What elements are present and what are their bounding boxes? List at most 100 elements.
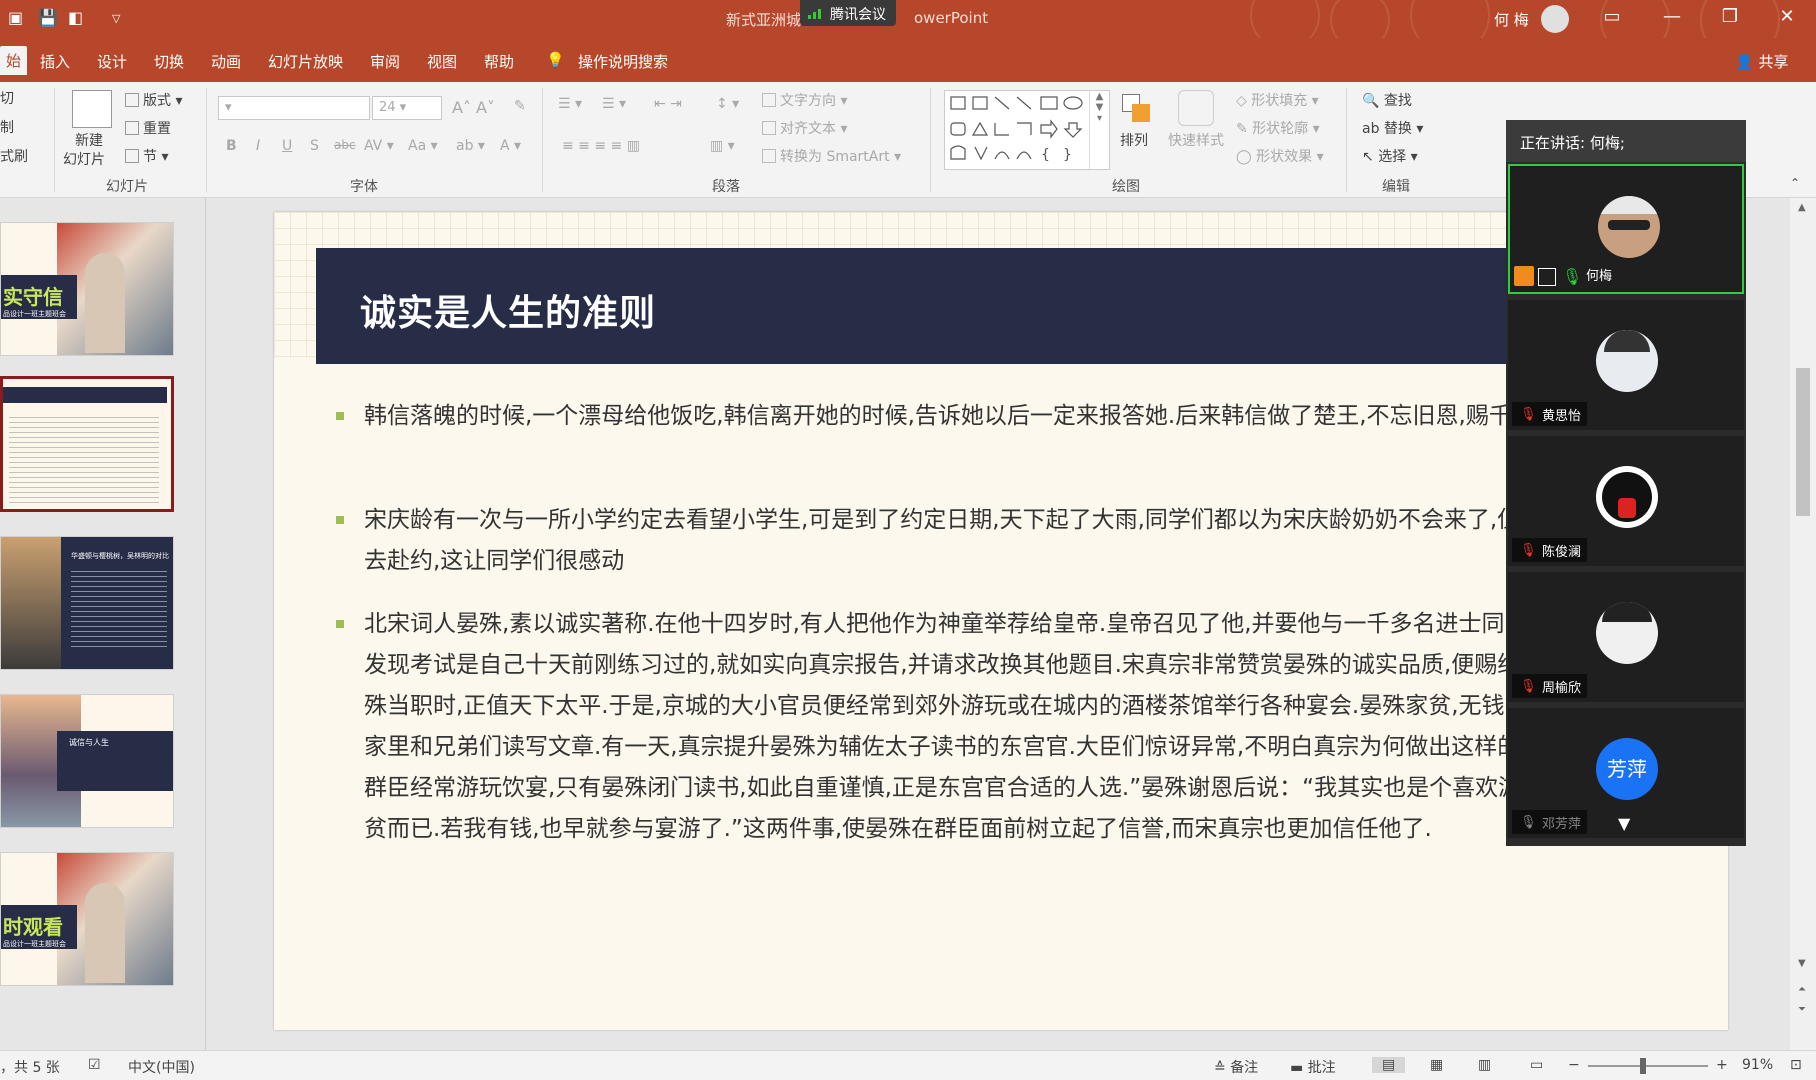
participant-tile-2[interactable]: 🎙 黄思怡 (1508, 300, 1744, 430)
share-button[interactable]: 👤 共享 (1735, 51, 1788, 72)
quick-styles-icon[interactable] (1178, 90, 1214, 126)
highlight-icon[interactable]: ab ▾ (456, 138, 485, 154)
scroll-up-icon[interactable]: ▲ (1798, 202, 1806, 213)
change-case-icon[interactable]: Aa ▾ (408, 138, 438, 154)
tab-view[interactable]: 视图 (427, 51, 457, 72)
save-icon[interactable]: 💾 (38, 8, 58, 27)
slide-thumb-1[interactable]: 实守信 品设计一班主题班会 (0, 222, 174, 356)
next-slide-icon[interactable]: ⏷ (1798, 1004, 1806, 1015)
italic-icon[interactable]: I (256, 138, 260, 154)
slide-thumb-2[interactable] (0, 376, 174, 512)
slide-sorter-icon[interactable]: ▦ (1430, 1057, 1443, 1073)
layout-icon[interactable]: ◧ (68, 8, 83, 27)
scroll-participants-down-icon[interactable]: ▼ (1618, 814, 1630, 833)
grow-font-icon[interactable]: A˄ A˅ (452, 98, 495, 117)
ribbon-display-icon[interactable]: ▭ (1597, 6, 1627, 27)
copy-button[interactable]: 制 (0, 117, 14, 137)
shapes-scroll[interactable]: ▲ ▼ ▾ (1089, 91, 1109, 171)
layout-button[interactable]: 版式 ▾ (125, 90, 182, 110)
strikethrough-icon[interactable]: abc (334, 138, 356, 152)
zoom-slider-thumb[interactable] (1640, 1058, 1646, 1074)
font-size-combo[interactable]: 24 ▾ (372, 96, 442, 120)
spellcheck-icon[interactable]: ☑ (88, 1057, 101, 1073)
close-icon[interactable]: ✕ (1772, 6, 1802, 27)
normal-view-icon[interactable]: ▤ (1372, 1057, 1406, 1073)
layout-label: 版式 (143, 93, 171, 109)
slide-thumb-4[interactable]: 诚信与人生 (0, 694, 174, 828)
screen-share-icon (1538, 268, 1556, 286)
language-status[interactable]: 中文(中国) (128, 1057, 195, 1077)
shapes-gallery[interactable]: {} ▲ ▼ ▾ (944, 90, 1110, 171)
clear-format-icon[interactable]: ✎ (514, 98, 526, 114)
reset-button[interactable]: 重置 (125, 118, 171, 138)
shadow-icon[interactable]: S (310, 138, 319, 154)
align-text-button[interactable]: 对齐文本 ▾ (762, 118, 847, 138)
new-slide-label[interactable]: 新建 (75, 130, 103, 150)
bullets-icon[interactable]: ☰ ▾ (558, 96, 582, 112)
tab-help[interactable]: 帮助 (484, 51, 514, 72)
slideshow-icon[interactable]: ▭ (1530, 1057, 1543, 1073)
scroll-thumb[interactable] (1796, 368, 1810, 516)
participant-tile-1[interactable]: 🎙 何梅 (1508, 164, 1744, 294)
find-button[interactable]: 🔍 查找 (1362, 90, 1412, 110)
reading-view-icon[interactable]: ▥ (1478, 1057, 1491, 1073)
replace-button[interactable]: ab 替换 ▾ (1362, 118, 1423, 138)
zoom-in-icon[interactable]: + (1716, 1057, 1728, 1073)
restore-icon[interactable]: ❐ (1715, 6, 1745, 27)
cut-button[interactable]: 切 (0, 88, 14, 108)
fit-slide-icon[interactable]: ⊡ (1790, 1057, 1802, 1073)
font-name-combo[interactable]: ▾ (218, 96, 370, 120)
user-name[interactable]: 何 梅 (1494, 9, 1529, 30)
tab-design[interactable]: 设计 (97, 51, 127, 72)
indent-icons[interactable]: ⇤ ⇥ (654, 96, 682, 112)
tab-home[interactable]: 始 (0, 46, 28, 75)
slide-thumb-3[interactable]: 华盛顿与樱桃树，吴林明的对比 (0, 536, 174, 670)
shape-effects-button[interactable]: ◯ 形状效果 ▾ (1236, 146, 1324, 166)
arrange-icon[interactable] (1118, 90, 1154, 126)
shape-fill-button[interactable]: ◇ 形状填充 ▾ (1236, 90, 1319, 110)
align-icons[interactable]: ≡ ≡ ≡ ≡ ▥ (562, 138, 640, 154)
tab-transitions[interactable]: 切换 (154, 51, 184, 72)
underline-icon[interactable]: U (282, 138, 292, 154)
collapse-ribbon-icon[interactable]: ⌃ (1790, 176, 1800, 190)
format-painter-button[interactable]: 式刷 (0, 146, 28, 166)
quick-styles-label[interactable]: 快速样式 (1168, 130, 1224, 150)
prev-slide-icon[interactable]: ⏶ (1798, 984, 1806, 995)
comments-button[interactable]: ▬ 批注 (1290, 1057, 1336, 1077)
numbering-icon[interactable]: ☰ ▾ (602, 96, 626, 112)
section-button[interactable]: 节 ▾ (125, 146, 168, 166)
tab-review[interactable]: 审阅 (370, 51, 400, 72)
tab-animations[interactable]: 动画 (211, 51, 241, 72)
new-slide-label2[interactable]: 幻灯片 (63, 149, 105, 169)
zoom-level[interactable]: 91% (1742, 1057, 1773, 1073)
vertical-scrollbar[interactable]: ▲ ▼ ⏶ ⏷ (1790, 198, 1816, 1050)
slide-thumb-5[interactable]: 时观看 品设计一班主题班会 (0, 852, 174, 986)
new-slide-icon[interactable] (72, 90, 112, 128)
meeting-panel: 正在讲话: 何梅; 🎙 何梅 🎙 黄思怡 🎙 陈俊澜 🎙 周榆欣 芳萍 🎙 邓芳萍 ▼ (1506, 120, 1746, 846)
select-button[interactable]: ↖ 选择 ▾ (1362, 146, 1418, 166)
participant-name-3: 陈俊澜 (1542, 545, 1582, 560)
font-color-icon[interactable]: A ▾ (500, 138, 521, 154)
meeting-indicator[interactable]: 腾讯会议 (800, 0, 896, 26)
tell-me-search[interactable]: 操作说明搜索 (578, 51, 668, 72)
text-direction-button[interactable]: 文字方向 ▾ (762, 90, 847, 110)
participant-tile-3[interactable]: 🎙 陈俊澜 (1508, 436, 1744, 566)
bold-icon[interactable]: B (226, 138, 237, 154)
customize-qat-icon[interactable]: ▽ (112, 12, 120, 25)
smartart-button[interactable]: 转换为 SmartArt ▾ (762, 146, 901, 166)
minimize-icon[interactable]: — (1657, 6, 1687, 27)
zoom-slider[interactable] (1588, 1065, 1708, 1067)
tab-slideshow[interactable]: 幻灯片放映 (268, 51, 343, 72)
scroll-down-icon[interactable]: ▼ (1798, 958, 1806, 969)
line-spacing-icon[interactable]: ↕ ▾ (716, 96, 739, 112)
arrange-label[interactable]: 排列 (1120, 130, 1148, 150)
char-spacing-icon[interactable]: AV ▾ (364, 138, 394, 154)
user-avatar[interactable] (1541, 5, 1569, 33)
slide-title[interactable]: 诚实是人生的准则 (360, 284, 656, 336)
columns-icon[interactable]: ▥ ▾ (710, 138, 735, 154)
tab-insert[interactable]: 插入 (40, 51, 70, 72)
shape-outline-button[interactable]: ✎ 形状轮廓 ▾ (1236, 118, 1320, 138)
zoom-out-icon[interactable]: − (1568, 1057, 1580, 1073)
participant-tile-4[interactable]: 🎙 周榆欣 (1508, 572, 1744, 702)
notes-button[interactable]: ≙ 备注 (1214, 1057, 1258, 1077)
